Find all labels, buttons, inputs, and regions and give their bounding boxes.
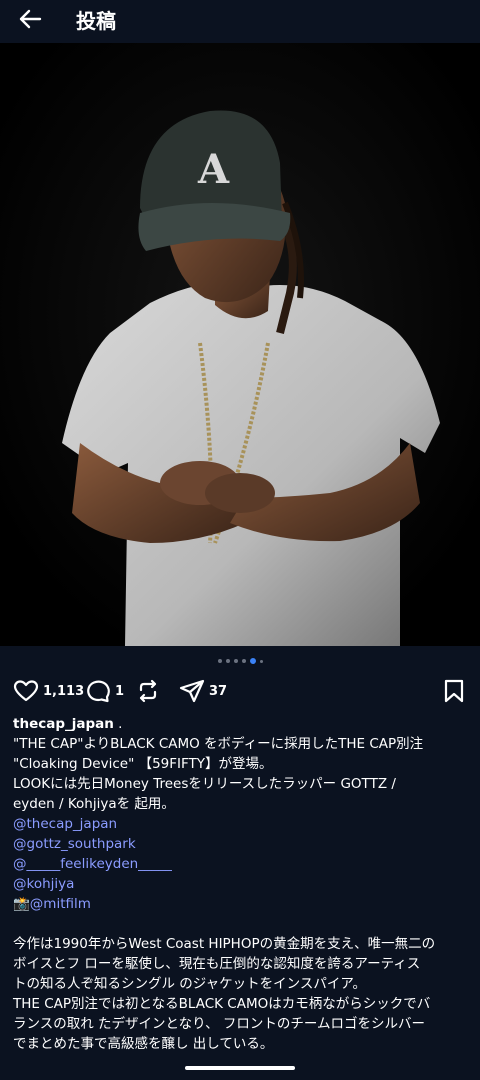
mention-link[interactable]: 📸@mitfilm: [13, 894, 469, 914]
mention-link[interactable]: @_____feelikeyden_____: [13, 854, 469, 874]
bookmark-icon: [444, 679, 464, 703]
back-button[interactable]: [0, 0, 60, 38]
caption-line: "Cloaking Device" 【59FIFTY】が登場。: [13, 756, 273, 772]
comment-count: 1: [115, 683, 125, 699]
carousel-indicator: [0, 656, 480, 666]
mention-link[interactable]: @thecap_japan: [13, 814, 469, 834]
mention-link[interactable]: @gottz_southpark: [13, 834, 469, 854]
page-title: 投稿: [76, 8, 116, 33]
caption-paragraph-line: トの知る人ぞ知るシングル のジャケットをインスパイア。: [13, 976, 366, 992]
caption-paragraph-line: 今作は1990年からWest Coast HIPHOPの黄金期を支え、唯一無二の: [13, 936, 436, 952]
carousel-dot: [225, 659, 230, 663]
caption-separator: .: [118, 716, 123, 732]
person-photo-illustration: A: [0, 43, 480, 646]
caption-paragraph-line: でまとめた事で高級感を醸し 出している。: [13, 1036, 274, 1052]
carousel-dot: [233, 659, 238, 663]
comment-icon: [87, 680, 110, 703]
repost-icon: [139, 679, 157, 703]
top-bar: 投稿: [0, 0, 480, 38]
caption-username[interactable]: thecap_japan: [13, 716, 114, 732]
svg-text:A: A: [197, 146, 230, 193]
share-action[interactable]: 37: [179, 676, 227, 706]
action-bar: 1,113 1 37: [0, 676, 480, 706]
save-action[interactable]: [443, 676, 465, 706]
comment-action[interactable]: 1: [85, 676, 124, 706]
heart-icon: [13, 680, 39, 702]
home-indicator[interactable]: [185, 1066, 295, 1070]
carousel-dot: [241, 659, 246, 663]
caption-line: eyden / Kohjiyaを 起用。: [13, 796, 175, 812]
like-count: 1,113: [43, 683, 85, 699]
carousel-dot-active: [249, 658, 256, 664]
share-count: 37: [209, 683, 228, 699]
like-action[interactable]: 1,113: [13, 676, 84, 706]
caption-paragraph-line: THE CAP別注では初となるBLACK CAMOはカモ柄ながらシックでバ: [13, 996, 431, 1012]
post-caption: thecap_japan . "THE CAP"よりBLACK CAMO をボデ…: [13, 714, 469, 1054]
carousel-dot: [259, 659, 263, 663]
caption-line: LOOKには先日Money Treesをリリースしたラッパー GOTTZ /: [13, 776, 396, 792]
repost-action[interactable]: [136, 676, 160, 706]
caption-line: "THE CAP"よりBLACK CAMO をボディーに採用したTHE CAP別…: [13, 736, 424, 752]
caption-paragraph-line: ランスの取れ たデザインとなり、 フロントのチームロゴをシルバー: [13, 1016, 425, 1032]
mention-link[interactable]: @kohjiya: [13, 874, 469, 894]
carousel-dot: [217, 659, 222, 663]
back-arrow-icon: [19, 9, 42, 29]
caption-paragraph-line: ボイスとフ ローを駆使し、現在も圧倒的な認知度を誇るアーティス: [13, 956, 421, 972]
send-icon: [179, 679, 205, 703]
post-photo[interactable]: A: [0, 43, 480, 646]
